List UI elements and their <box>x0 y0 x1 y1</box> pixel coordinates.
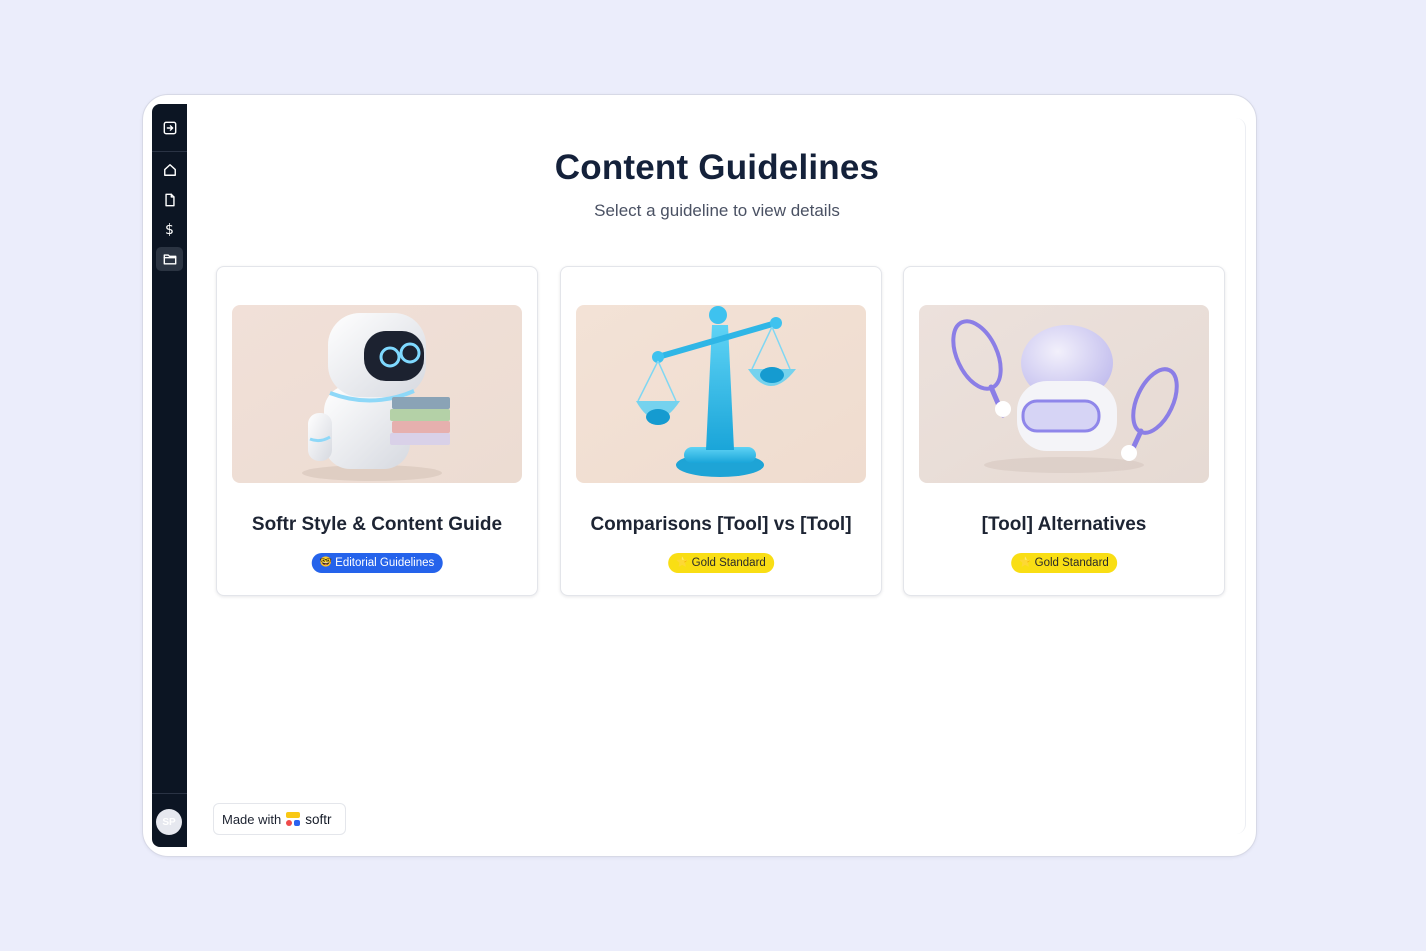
nerd-face-icon: 🤓 <box>319 557 333 568</box>
sidebar-divider <box>152 151 187 152</box>
dollar-icon[interactable]: $ <box>156 218 183 242</box>
dollar-glyph: $ <box>165 222 174 238</box>
card-title: Comparisons [Tool] vs [Tool] <box>590 514 852 535</box>
card-title: [Tool] Alternatives <box>981 514 1147 535</box>
badge-label: Gold Standard <box>691 557 766 569</box>
status-badge: 🤓 Editorial Guidelines <box>311 553 443 573</box>
card-title: Softr Style & Content Guide <box>251 514 503 535</box>
status-badge: ⭐ Gold Standard <box>668 553 774 573</box>
made-with-softr-badge[interactable]: Made with softr <box>213 803 346 835</box>
softr-logo-icon <box>286 812 301 826</box>
guideline-card[interactable]: [Tool] Alternatives ⭐ Gold Standard <box>903 266 1225 596</box>
made-with-label: Made with <box>222 811 282 827</box>
balance-scale-image <box>576 305 866 483</box>
star-icon: ⭐ <box>1019 557 1032 568</box>
badge-label: Editorial Guidelines <box>335 557 435 569</box>
page-subtitle: Select a guideline to view details <box>594 201 840 220</box>
sidebar-toggle-icon[interactable] <box>156 116 183 140</box>
page-title: Content Guidelines <box>554 148 880 187</box>
avatar[interactable]: SP <box>156 809 182 835</box>
softr-brand: softr <box>305 811 332 827</box>
sidebar-divider <box>152 793 187 794</box>
main-content: Content Guidelines Select a guideline to… <box>187 104 1247 847</box>
status-badge: ⭐ Gold Standard <box>1011 553 1117 573</box>
sidebar: $ SP <box>152 104 187 847</box>
star-icon: ⭐ <box>676 557 689 568</box>
robot-books-image <box>232 305 522 483</box>
folder-icon[interactable] <box>156 247 183 271</box>
robot-rackets-image <box>919 305 1209 483</box>
home-icon[interactable] <box>156 158 183 182</box>
badge-label: Gold Standard <box>1034 557 1109 569</box>
guideline-card[interactable]: Softr Style & Content Guide 🤓 Editorial … <box>216 266 538 596</box>
guideline-card[interactable]: Comparisons [Tool] vs [Tool] ⭐ Gold Stan… <box>560 266 882 596</box>
document-icon[interactable] <box>156 188 183 212</box>
